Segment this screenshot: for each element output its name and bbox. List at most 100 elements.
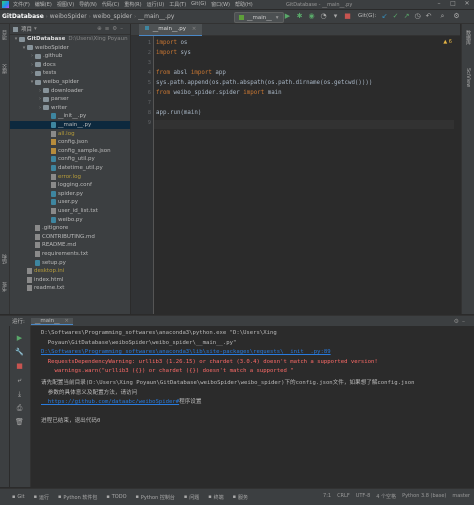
tree-folder[interactable]: › .github [10,52,130,60]
status-line-sep[interactable]: CRLF [337,493,350,500]
run-console[interactable]: D:\Softwares\Programming_softwares\anaco… [31,326,474,487]
debug-icon[interactable]: ✱ [295,12,304,21]
tree-folder[interactable]: ▾ GitDatabase D:\Users\Xing Poyaun [10,35,130,43]
stop-icon[interactable]: ■ [343,12,352,21]
print-icon[interactable]: ⎙ [15,404,24,413]
profile-icon[interactable]: ◔ [319,12,328,21]
bottom-tool-6[interactable]: ▪ 终端 [208,494,223,501]
run-tab[interactable]: __main__ × [30,317,73,325]
tree-file[interactable]: user_id_list.txt [10,207,130,215]
settings-icon[interactable]: ⚙ [452,12,461,21]
tree-file[interactable]: desktop.ini [10,267,130,275]
tree-file[interactable]: error.log [10,173,130,181]
menu-item-4[interactable]: 代码(C) [102,1,119,8]
inspection-warnings[interactable]: ▲ 6 [443,39,452,45]
tree-folder[interactable]: ▾ weibo_spider [10,78,130,86]
status-git-branch[interactable]: master [452,493,470,500]
bottom-tool-4[interactable]: ▪ Python 控制台 [136,494,175,501]
tree-file[interactable]: all.log [10,130,130,138]
bottom-tool-0[interactable]: ▪ Git [12,494,25,501]
wrench-icon[interactable]: 🔧 [15,348,24,357]
scroll-to-end-icon[interactable]: ⤓ [15,390,24,399]
tree-file[interactable]: __init__.py [10,112,130,120]
close-tab-icon[interactable]: × [192,26,197,32]
soft-wrap-icon[interactable]: ⤶ [15,376,24,385]
tree-file[interactable]: weibo.py [10,216,130,224]
menu-item-1[interactable]: 编辑(E) [35,1,52,8]
close-icon[interactable]: ✕ [460,0,474,7]
tree-file[interactable]: datetime_util.py [10,164,130,172]
git-commit-icon[interactable]: ✓ [391,12,400,21]
tree-folder[interactable]: › docs [10,61,130,69]
tree-folder[interactable]: › writer [10,104,130,112]
menu-item-10[interactable]: 帮助(H) [235,1,253,8]
tool-tab-project[interactable]: 项目 [1,30,8,40]
coverage-icon[interactable]: ◉ [307,12,316,21]
breadcrumb-project[interactable]: GitDatabase [0,13,46,20]
tree-file[interactable]: config.json [10,138,130,146]
close-tab-icon[interactable]: × [64,318,69,324]
project-panel-title[interactable]: 项目 [21,25,32,33]
run-configuration-select[interactable]: __main__ ▾ [234,12,284,23]
menu-item-5[interactable]: 重构(R) [124,1,141,8]
tree-folder[interactable]: › parser [10,95,130,103]
console-link[interactable]: https://github.com/dataabc/weiboSpider# [41,399,179,405]
breadcrumb-weibospider[interactable]: weiboSpider [48,13,89,20]
menu-item-0[interactable]: 文件(F) [13,1,30,8]
status-interpreter[interactable]: Python 3.8 (base) [402,493,446,500]
git-update-icon[interactable]: ↙ [380,12,389,21]
tree-file[interactable]: README.md [10,241,130,249]
code-editor[interactable]: ▲ 6 import os import sys from absl import … [154,36,460,314]
tree-file[interactable]: config_util.py [10,155,130,163]
breadcrumb-file[interactable]: __main__.py [136,13,176,20]
tree-file[interactable]: setup.py [10,259,130,267]
status-indent[interactable]: 4 个空格 [376,493,396,500]
bottom-tool-7[interactable]: ▪ 服务 [233,494,248,501]
chevron-down-icon[interactable]: ▾ [34,26,37,32]
history-icon[interactable]: ◷ [413,12,422,21]
rollback-icon[interactable]: ↶ [424,12,433,21]
menu-item-3[interactable]: 导航(N) [79,1,97,8]
git-push-icon[interactable]: ↗ [402,12,411,21]
bottom-tool-3[interactable]: ▪ TODO [106,494,126,501]
rerun-icon[interactable]: ▶ [15,334,24,343]
menu-item-2[interactable]: 视图(V) [57,1,74,8]
tree-file[interactable]: user.py [10,198,130,206]
tree-folder[interactable]: › tests [10,69,130,77]
minimize-icon[interactable]: – [432,0,446,7]
console-line[interactable]: D:\Softwares\Programming_softwares\anaco… [41,349,331,355]
panel-options-icon[interactable]: ⊕≡⚙– [97,26,126,32]
tool-tab-commit[interactable]: 提交 [1,64,8,74]
tree-file[interactable]: CONTRIBUTING.md [10,233,130,241]
tool-tab-bookmarks[interactable]: 书签 [1,282,8,292]
run-panel-options-icon[interactable]: ⚙– [454,318,468,325]
status-caret[interactable]: 7:1 [323,493,331,500]
tree-file[interactable]: spider.py [10,190,130,198]
tool-tab-database[interactable]: 数据库 [465,30,472,45]
search-icon[interactable]: ⌕ [438,12,447,21]
tree-file[interactable]: .gitignore [10,224,130,232]
stop-icon[interactable]: ■ [15,362,24,371]
bottom-tool-1[interactable]: ▪ 运行 [34,494,49,501]
tree-file[interactable]: index.html [10,276,130,284]
tool-tab-structure[interactable]: 结构 [1,254,8,264]
maximize-icon[interactable]: □ [446,0,460,7]
tree-file[interactable]: requirements.txt [10,250,130,258]
breadcrumb-weibo-spider[interactable]: weibo_spider [91,13,134,20]
menu-item-8[interactable]: Git(G) [191,1,206,8]
menu-item-9[interactable]: 窗口(W) [211,1,230,8]
clear-icon[interactable]: 🗑 [15,418,24,427]
run-icon[interactable]: ▶ [283,12,292,21]
menu-item-7[interactable]: 工具(T) [169,1,186,8]
bottom-tool-5[interactable]: ▪ 问题 [184,494,199,501]
tree-folder[interactable]: › downloader [10,87,130,95]
tree-folder[interactable]: ▾ weiboSpider [10,44,130,52]
tree-file[interactable]: __main__.py [10,121,130,129]
more-run-icon[interactable]: ▾ [331,12,340,21]
status-encoding[interactable]: UTF-8 [356,493,371,500]
tree-file[interactable]: readme.txt [10,284,130,292]
tool-tab-sciview[interactable]: SciView [465,68,471,87]
tree-file[interactable]: logging.conf [10,181,130,189]
menu-item-6[interactable]: 运行(U) [147,1,165,8]
tree-file[interactable]: config_sample.json [10,147,130,155]
